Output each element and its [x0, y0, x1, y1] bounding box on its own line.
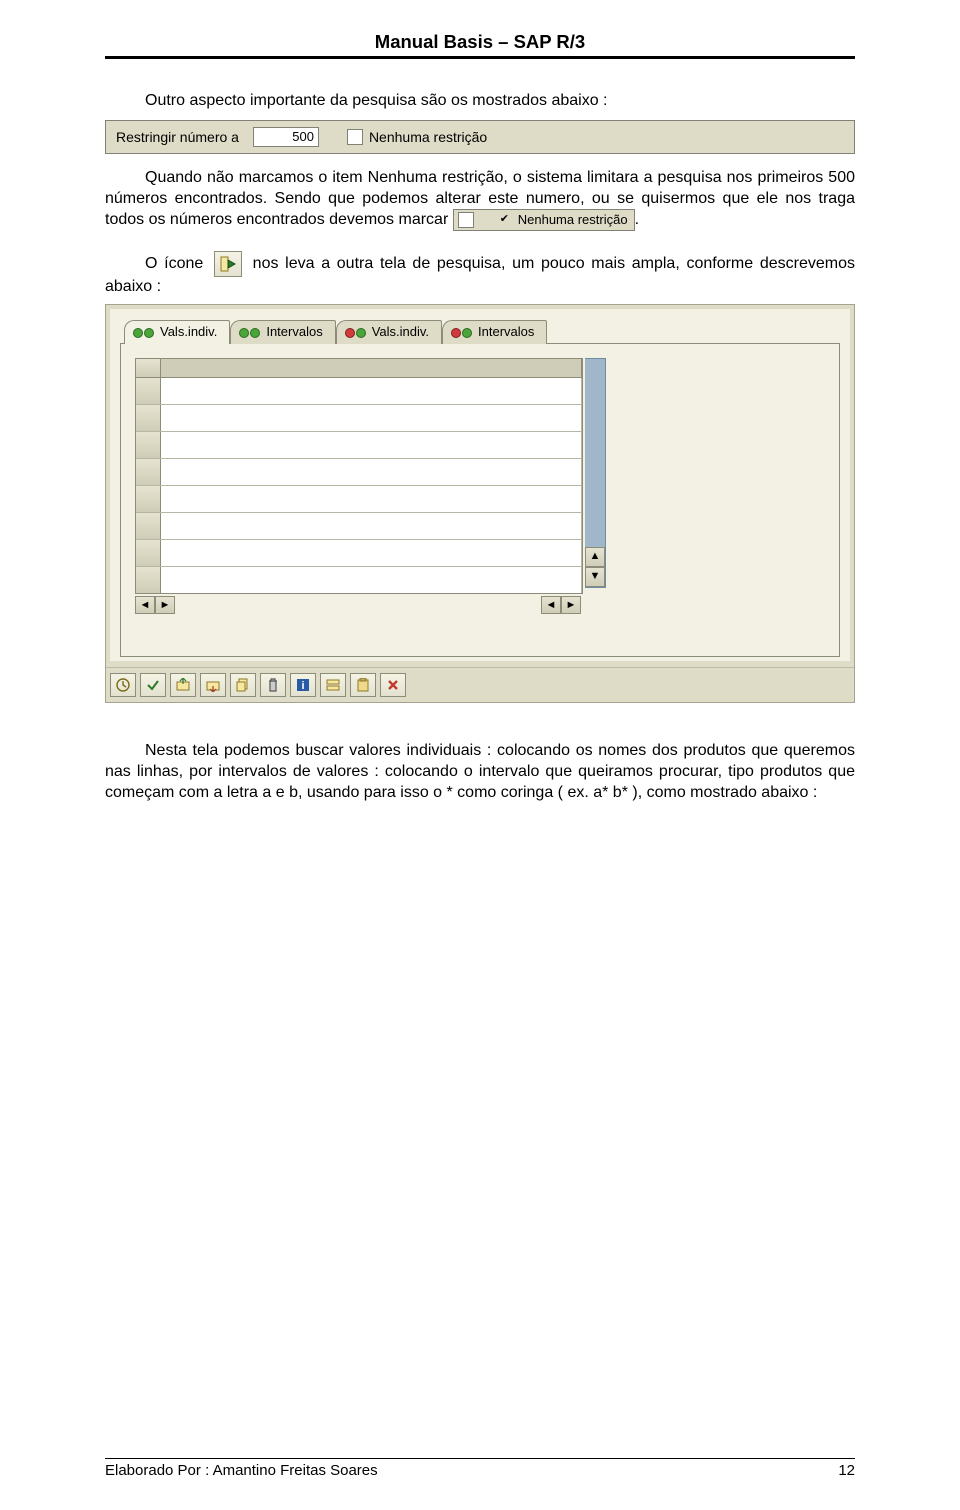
multiple-selection-icon[interactable] — [214, 251, 242, 277]
trash-icon[interactable] — [260, 673, 286, 697]
tab-label: Intervalos — [478, 324, 534, 341]
grid-row-selector[interactable] — [136, 567, 161, 593]
no-restriction-label: Nenhuma restrição — [369, 128, 487, 146]
multiple-selection-panel: Vals.indiv. Intervalos Vals.indiv. Inter… — [105, 304, 855, 703]
restrict-strip: Restringir número a Nenhuma restrição — [105, 120, 855, 154]
grid-cell[interactable] — [161, 540, 582, 566]
grid-row-selector[interactable] — [136, 459, 161, 485]
select-options-icon[interactable] — [320, 673, 346, 697]
tab-intervalos-include[interactable]: Intervalos — [230, 320, 335, 344]
grid-row-selector[interactable] — [136, 405, 161, 431]
grid-cell[interactable] — [161, 567, 582, 593]
page-footer: Elaborado Por : Amantino Freitas Soares … — [105, 1458, 855, 1481]
header-rule — [105, 56, 855, 59]
tabstrip: Vals.indiv. Intervalos Vals.indiv. Inter… — [124, 320, 840, 344]
no-restriction-checkbox[interactable] — [347, 129, 363, 145]
tab-label: Vals.indiv. — [372, 324, 429, 341]
grid-cell[interactable] — [161, 405, 582, 431]
vertical-scrollbar[interactable]: ▲ ▼ — [585, 358, 606, 588]
footer-author: Elaborado Por : Amantino Freitas Soares — [105, 1461, 378, 1481]
footer-rule — [105, 1458, 855, 1459]
clipboard-icon[interactable] — [350, 673, 376, 697]
insert-row-icon[interactable] — [170, 673, 196, 697]
selection-grid — [135, 358, 583, 594]
scroll-left-icon-2[interactable]: ◄ — [541, 596, 561, 614]
inline-checkbox-checked-icon — [458, 212, 474, 228]
grid-row-selector[interactable] — [136, 513, 161, 539]
scroll-down-icon[interactable]: ▼ — [585, 567, 605, 587]
scroll-right-icon[interactable]: ► — [155, 596, 175, 614]
paragraph-intro: Outro aspecto importante da pesquisa são… — [105, 91, 855, 112]
doc-header-title: Manual Basis – SAP R/3 — [105, 30, 855, 54]
paragraph-explain-2: Nesta tela podemos buscar valores indivi… — [105, 741, 855, 803]
scroll-up-icon[interactable]: ▲ — [585, 547, 605, 567]
grid-cell[interactable] — [161, 432, 582, 458]
paragraph-icon-explain: O ícone nos leva a outra tela de pesquis… — [105, 251, 855, 298]
clock-icon[interactable] — [110, 673, 136, 697]
grid-column-header[interactable] — [161, 359, 582, 377]
footer-page-number: 12 — [838, 1461, 855, 1481]
tab-vals-indiv-exclude[interactable]: Vals.indiv. — [336, 320, 442, 344]
tab-label: Intervalos — [266, 324, 322, 341]
grid-row-selector[interactable] — [136, 486, 161, 512]
grid-row-selector[interactable] — [136, 432, 161, 458]
grid-row-selector[interactable] — [136, 540, 161, 566]
info-icon[interactable]: i — [290, 673, 316, 697]
scroll-left-icon[interactable]: ◄ — [135, 596, 155, 614]
grid-cell[interactable] — [161, 486, 582, 512]
scroll-right-icon-2[interactable]: ► — [561, 596, 581, 614]
panel-toolbar: i — [106, 667, 854, 702]
inline-checked-example: Nenhuma restrição — [453, 209, 635, 231]
tab-intervalos-exclude[interactable]: Intervalos — [442, 320, 547, 344]
grid-cell[interactable] — [161, 513, 582, 539]
grid-corner-button[interactable] — [136, 359, 161, 377]
paragraph-explain-1: Quando não marcamos o item Nenhuma restr… — [105, 168, 855, 232]
tab-label: Vals.indiv. — [160, 324, 217, 341]
copy-icon[interactable] — [230, 673, 256, 697]
check-icon[interactable] — [140, 673, 166, 697]
cancel-icon[interactable] — [380, 673, 406, 697]
restrict-number-input[interactable] — [253, 127, 319, 147]
svg-text:i: i — [301, 680, 304, 692]
paragraph-explain-1-period: . — [635, 212, 639, 229]
restrict-label: Restringir número a — [116, 128, 239, 146]
tab-page: ◄ ► ◄ ► ▲ ▼ — [120, 343, 840, 657]
paragraph-icon-pre: O ícone — [145, 256, 210, 273]
grid-cell[interactable] — [161, 378, 582, 404]
grid-row-selector[interactable] — [136, 378, 161, 404]
grid-cell[interactable] — [161, 459, 582, 485]
tab-vals-indiv-include[interactable]: Vals.indiv. — [124, 320, 230, 344]
delete-row-icon[interactable] — [200, 673, 226, 697]
